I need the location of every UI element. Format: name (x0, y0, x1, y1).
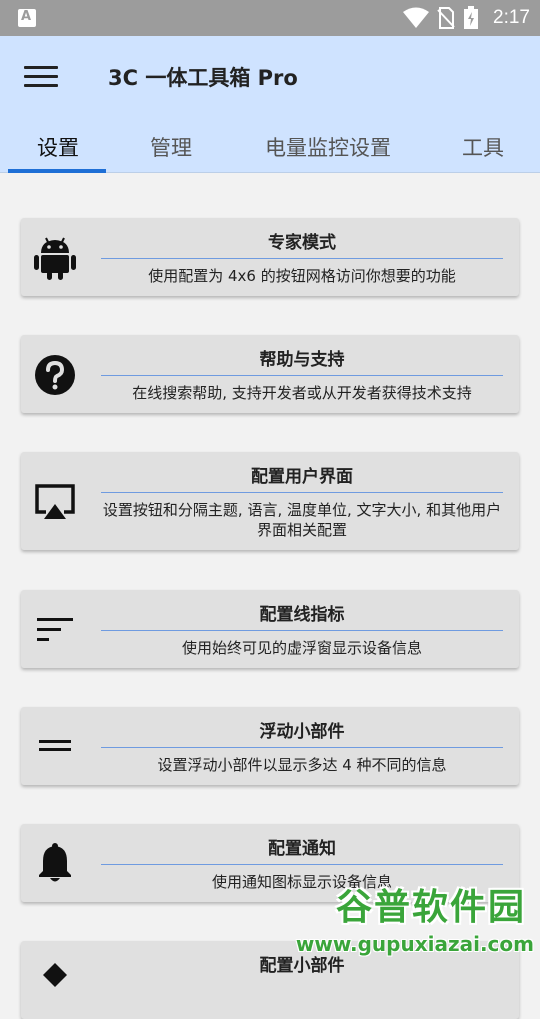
tab-settings[interactable]: 设置 (37, 132, 79, 162)
card-configure-line-indicator[interactable]: 配置线指标 使用始终可见的虚浮窗显示设备信息 (21, 590, 519, 668)
cast-screen-icon (33, 480, 77, 524)
card-description: 设置按钮和分隔主题, 语言, 温度单位, 文字大小, 和其他用户界面相关配置 (102, 501, 502, 539)
card-divider (101, 258, 503, 259)
tab-bar: 设置 管理 电量监控设置 工具 (0, 120, 540, 173)
card-description: 使用始终可见的虚浮窗显示设备信息 (181, 639, 422, 657)
card-title: 帮助与支持 (259, 350, 345, 370)
settings-list: 专家模式 使用配置为 4x6 的按钮网格访问你想要的功能 帮助与支持 在线搜索帮… (0, 173, 540, 1019)
card-configure-ui[interactable]: 配置用户界面 设置按钮和分隔主题, 语言, 温度单位, 文字大小, 和其他用户界… (21, 452, 519, 550)
bell-icon (33, 840, 77, 884)
card-divider (101, 864, 503, 865)
watermark-logo: 谷普软件园 www.gupuxiazai.com (290, 886, 540, 960)
card-divider (101, 630, 503, 631)
card-title: 专家模式 (268, 233, 336, 253)
wifi-icon (403, 7, 430, 28)
app-title: 3C 一体工具箱 Pro (108, 66, 298, 90)
menu-icon[interactable] (24, 66, 58, 90)
card-description: 使用配置为 4x6 的按钮网格访问你想要的功能 (148, 267, 456, 285)
card-divider (101, 492, 503, 493)
status-icons: 2:17 (403, 6, 530, 30)
notification-app-icon: A (18, 9, 36, 27)
clock: 2:17 (493, 7, 530, 28)
watermark-line2: www.gupuxiazai.com (295, 932, 534, 956)
card-title: 配置用户界面 (251, 467, 353, 487)
tab-manage[interactable]: 管理 (150, 132, 192, 162)
android-icon (33, 235, 77, 280)
card-expert-mode[interactable]: 专家模式 使用配置为 4x6 的按钮网格访问你想要的功能 (21, 218, 519, 296)
sort-lines-icon (33, 607, 77, 651)
card-title: 浮动小部件 (259, 722, 345, 742)
card-description: 设置浮动小部件以显示多达 4 种不同的信息 (157, 756, 447, 774)
help-circle-icon (33, 353, 77, 397)
widget-icon (33, 957, 77, 1001)
double-line-icon (33, 724, 77, 768)
card-description: 在线搜索帮助, 支持开发者或从开发者获得技术支持 (132, 384, 472, 402)
card-divider (101, 747, 503, 748)
card-title: 配置线指标 (259, 605, 345, 625)
tab-battery-monitor-settings[interactable]: 电量监控设置 (265, 132, 391, 162)
card-title: 配置通知 (268, 839, 336, 859)
card-help-support[interactable]: 帮助与支持 在线搜索帮助, 支持开发者或从开发者获得技术支持 (21, 335, 519, 413)
battery-charging-icon (464, 6, 479, 29)
status-bar: A 2:17 (0, 0, 540, 36)
card-divider (101, 375, 503, 376)
tab-tools[interactable]: 工具 (462, 132, 504, 162)
watermark-line1: 谷普软件园 (335, 887, 526, 928)
card-floating-widget[interactable]: 浮动小部件 设置浮动小部件以显示多达 4 种不同的信息 (21, 707, 519, 785)
no-sim-icon (437, 7, 455, 29)
app-bar: 3C 一体工具箱 Pro (0, 36, 540, 120)
